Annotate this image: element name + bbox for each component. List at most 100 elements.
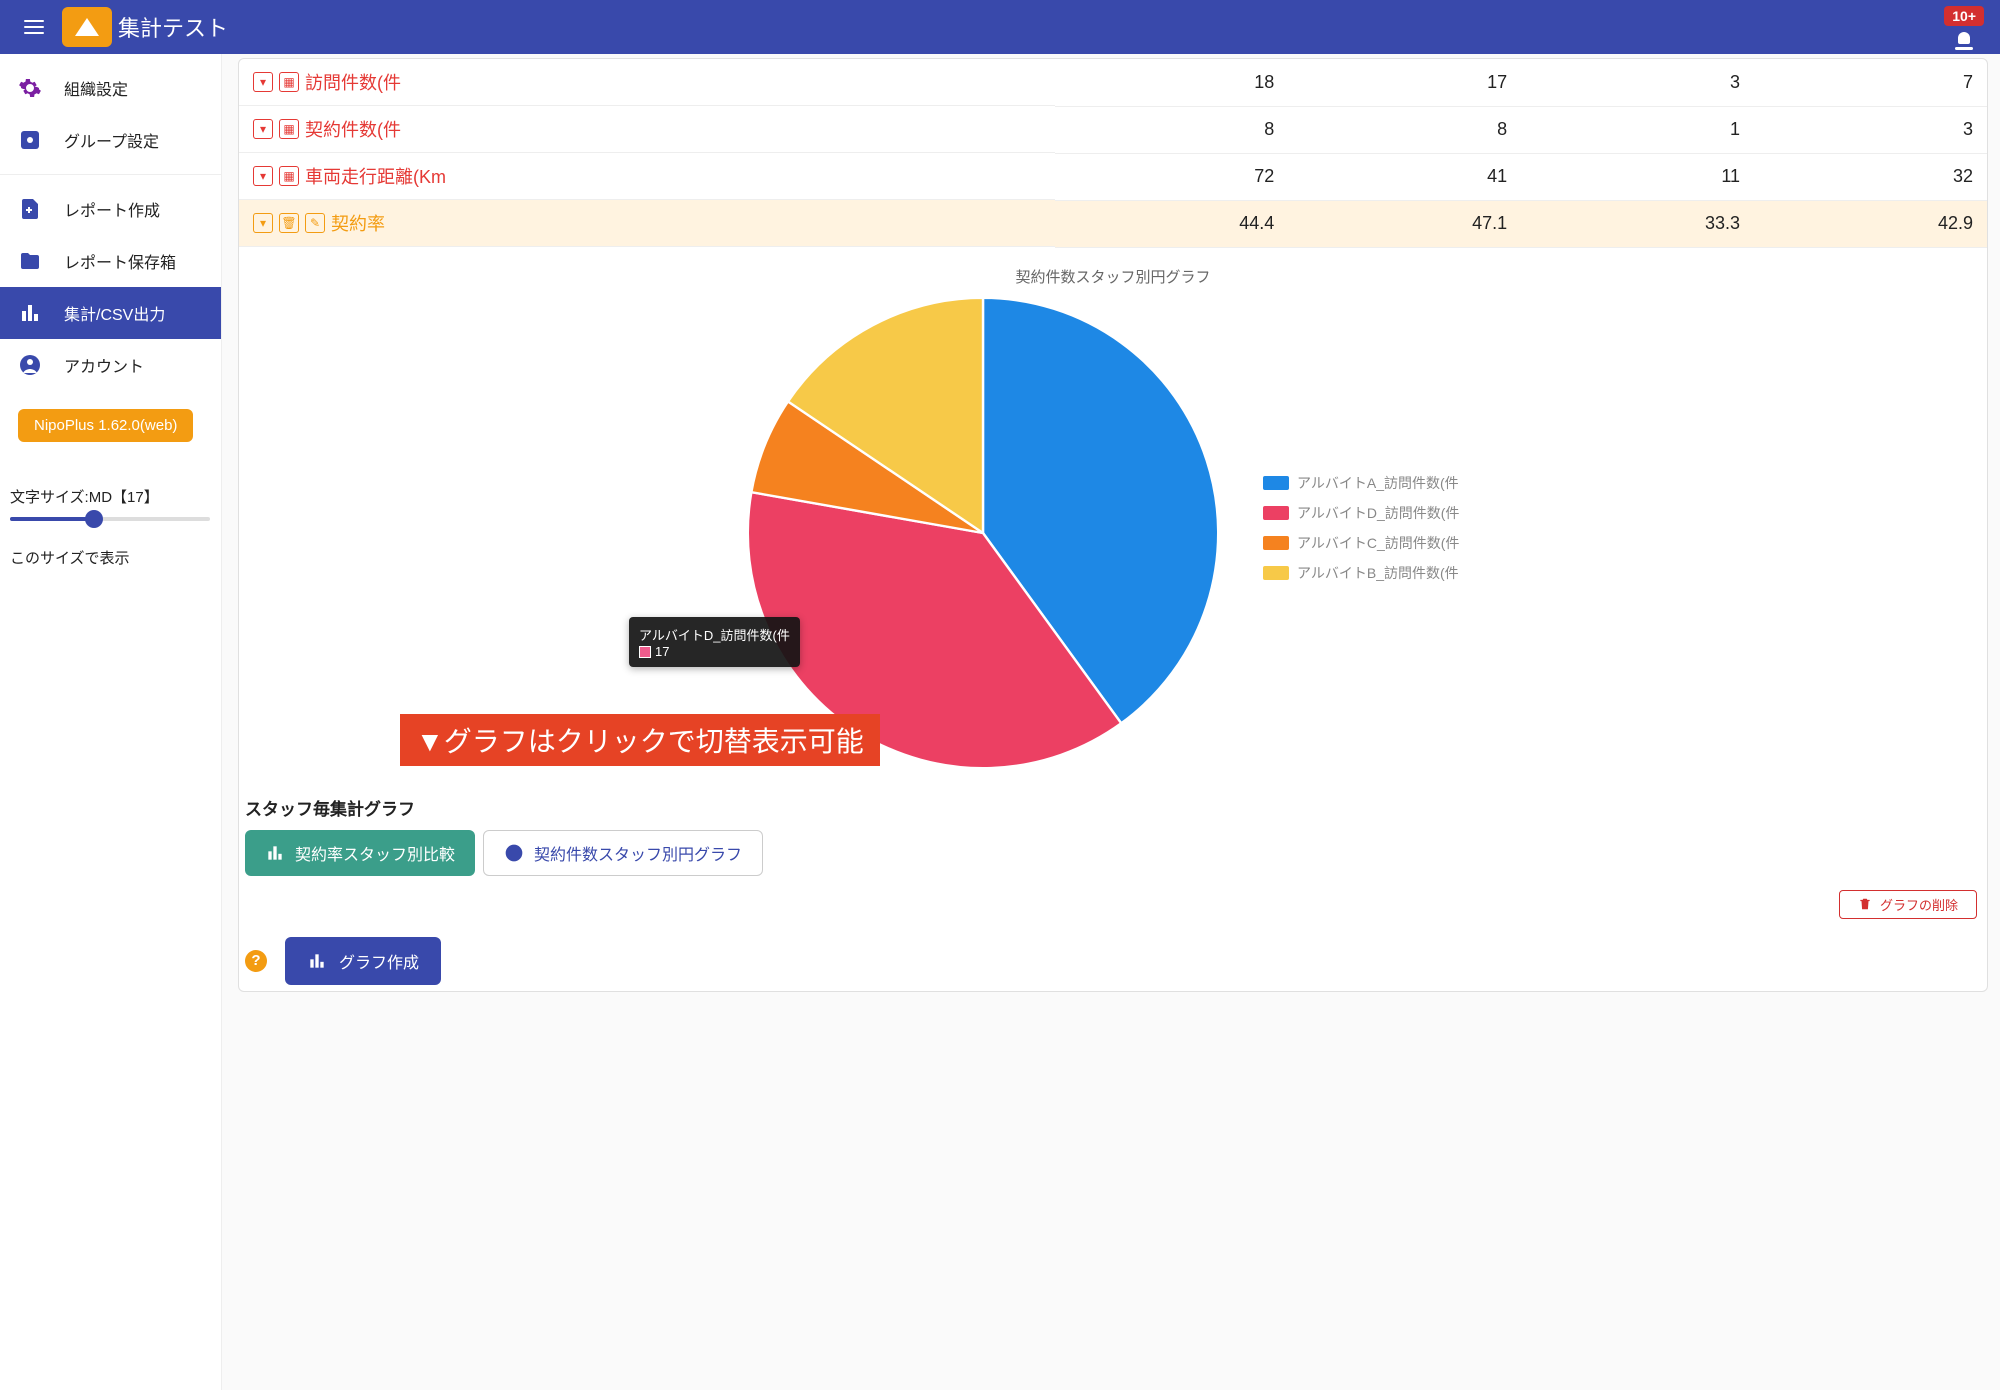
sidebar-item-org-settings[interactable]: 組織設定 [0,62,221,114]
row-label: 車両走行距離(Km [305,163,446,189]
row-label-cell[interactable]: ▾ ▦ 訪問件数(件 [239,59,1055,106]
legend-item[interactable]: アルバイトC_訪問件数(件 [1263,533,1483,553]
value-cell: 72 [1055,153,1288,200]
tooltip-swatch [639,646,651,658]
value-cell: 17 [1288,59,1521,106]
triangle-button[interactable] [62,7,112,47]
sidebar-item-aggregate-csv[interactable]: 集計/CSV出力 [0,287,221,339]
app-header: 集計テスト 10+ [0,0,2000,54]
value-cell: 8 [1288,106,1521,153]
legend-item[interactable]: アルバイトA_訪問件数(件 [1263,473,1483,493]
file-plus-icon [18,197,42,221]
legend-swatch [1263,506,1289,520]
pill-compare-staff[interactable]: 契約率スタッフ別比較 [245,830,475,876]
pie-chart[interactable] [743,293,1223,773]
sidebar-item-label: グループ設定 [64,128,159,152]
grid-icon[interactable]: ▦ [279,72,299,92]
row-label-cell[interactable]: ▾ ▦ 契約件数(件 [239,106,1055,153]
value-cell: 42.9 [1754,200,1987,247]
pill-label: 契約件数スタッフ別円グラフ [534,841,742,865]
notification-badge: 10+ [1944,6,1984,26]
main-content: ▾▦訪問件数(件181737▾▦契約件数(件8813▾▦車両走行距離(Km724… [222,54,2000,1390]
trash-icon [1858,897,1872,911]
row-label: 契約件数(件 [305,116,401,142]
sidebar-item-report-create[interactable]: レポート作成 [0,183,221,235]
page-title: 集計テスト [118,11,228,43]
sidebar-item-account[interactable]: アカウント [0,339,221,391]
value-cell: 8 [1055,106,1288,153]
folder-icon [18,249,42,273]
chevron-down-icon[interactable]: ▾ [253,119,273,139]
sidebar-item-group-settings[interactable]: グループ設定 [0,114,221,166]
chart-tooltip: アルバイトD_訪問件数(件 17 [629,617,800,667]
sidebar-item-label: レポート作成 [64,197,160,221]
value-cell: 47.1 [1288,200,1521,247]
create-chart-label: グラフ作成 [339,949,419,973]
value-cell: 41 [1288,153,1521,200]
row-label: 契約率 [331,210,385,236]
help-icon[interactable]: ? [245,950,267,972]
tooltip-label: アルバイトD_訪問件数(件 [639,625,790,644]
legend-label: アルバイトA_訪問件数(件 [1297,473,1459,493]
grid-icon[interactable]: ▦ [279,166,299,186]
delete-chart-label: グラフの削除 [1880,895,1958,914]
bell-icon [1955,32,1973,50]
triangle-up-icon [75,18,99,36]
table-row: ▾🗑✎契約率44.447.133.342.9 [239,200,1987,247]
row-label: 訪問件数(件 [305,69,401,95]
chart-type-pills: 契約率スタッフ別比較 契約件数スタッフ別円グラフ [245,830,1981,876]
chevron-down-icon[interactable]: ▾ [253,166,273,186]
font-size-control: 文字サイズ:MD【17】 このサイズで表示 [0,468,221,586]
version-chip[interactable]: NipoPlus 1.62.0(web) [18,409,193,442]
legend-label: アルバイトB_訪問件数(件 [1297,563,1459,583]
aggregate-table: ▾▦訪問件数(件181737▾▦契約件数(件8813▾▦車両走行距離(Km724… [239,59,1987,248]
chevron-down-icon[interactable]: ▾ [253,72,273,92]
chart-title: 契約件数スタッフ別円グラフ [239,266,1987,287]
grid-icon[interactable]: ▦ [279,119,299,139]
pill-pie-staff[interactable]: 契約件数スタッフ別円グラフ [483,830,763,876]
value-cell: 11 [1521,153,1754,200]
font-size-slider[interactable] [10,517,210,521]
row-label-cell[interactable]: ▾ 🗑 ✎ 契約率 [239,200,1055,247]
legend-swatch [1263,536,1289,550]
pie-chart-area: アルバイトD_訪問件数(件 17 アルバイトA_訪問件数(件アルバイトD_訪問件… [239,293,1987,773]
legend-swatch [1263,566,1289,580]
chart-hint-banner: ▼グラフはクリックで切替表示可能 [400,714,880,766]
sidebar-item-report-saved[interactable]: レポート保存箱 [0,235,221,287]
pill-label: 契約率スタッフ別比較 [295,841,455,865]
account-icon [18,353,42,377]
menu-icon[interactable] [12,5,56,49]
sidebar-item-label: 組織設定 [64,76,128,100]
legend-item[interactable]: アルバイトD_訪問件数(件 [1263,503,1483,523]
legend-label: アルバイトD_訪問件数(件 [1297,503,1459,523]
tooltip-value: 17 [655,644,669,659]
row-label-cell[interactable]: ▾ ▦ 車両走行距離(Km [239,153,1055,200]
table-row: ▾ ▦ 車両走行距離(Km 72411132 [239,153,1987,200]
value-cell: 33.3 [1521,200,1754,247]
sidebar-item-label: レポート保存箱 [64,249,176,273]
bar-chart-icon [18,301,42,325]
aggregate-card: ▾▦訪問件数(件181737▾▦契約件数(件8813▾▦車両走行距離(Km724… [238,58,1988,992]
table-row: ▾▦契約件数(件8813 [239,106,1987,153]
bar-chart-icon [265,843,285,863]
value-cell: 1 [1521,106,1754,153]
value-cell: 3 [1754,106,1987,153]
trash-icon[interactable]: 🗑 [279,213,299,233]
legend-swatch [1263,476,1289,490]
apply-font-size-button[interactable]: このサイズで表示 [10,547,211,568]
table-row: ▾▦訪問件数(件181737 [239,59,1987,106]
legend-item[interactable]: アルバイトB_訪問件数(件 [1263,563,1483,583]
create-chart-button[interactable]: グラフ作成 [285,937,441,985]
staff-chart-section-title: スタッフ毎集計グラフ [245,795,1981,820]
legend-label: アルバイトC_訪問件数(件 [1297,533,1459,553]
notification-area[interactable]: 10+ [1944,6,1984,50]
bar-chart-icon [307,951,327,971]
chevron-down-icon[interactable]: ▾ [253,213,273,233]
sidebar: 組織設定 グループ設定 レポート作成 レポート保存箱 集計/CSV出力 [0,54,222,1390]
sidebar-item-label: 集計/CSV出力 [64,301,165,325]
pie-chart-icon [504,843,524,863]
value-cell: 32 [1754,153,1987,200]
delete-chart-button[interactable]: グラフの削除 [1839,890,1977,919]
sidebar-item-label: アカウント [64,353,144,377]
edit-icon[interactable]: ✎ [305,213,325,233]
